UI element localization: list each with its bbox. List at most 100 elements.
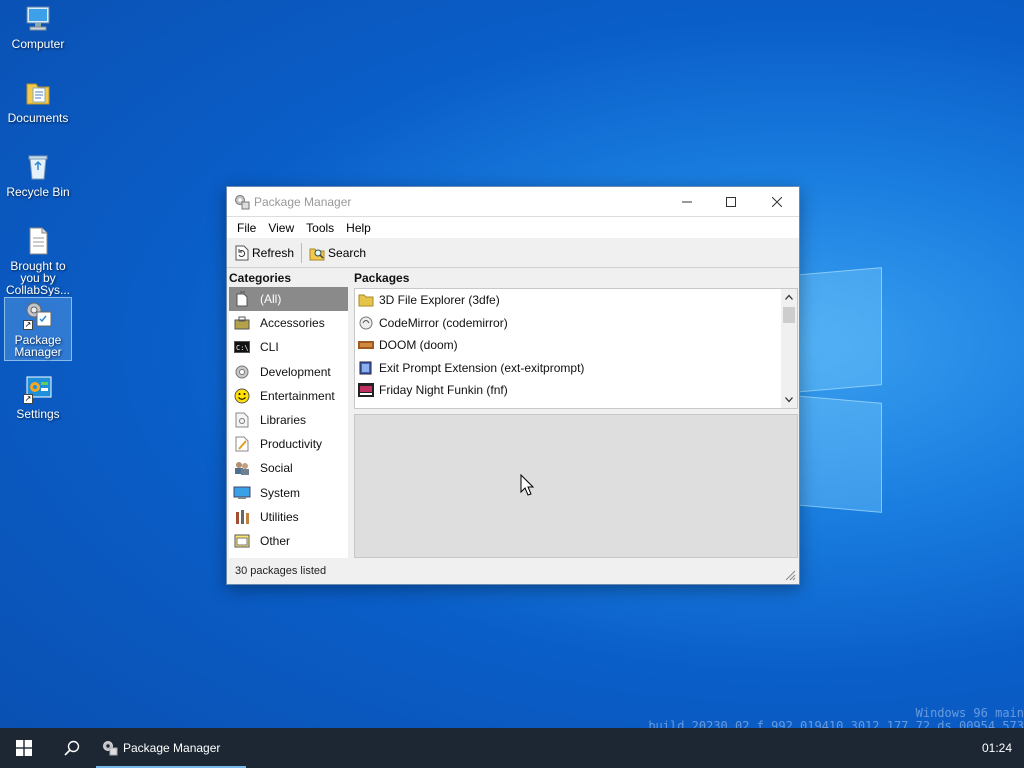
desktop-icon-label: Package Manager — [14, 333, 62, 359]
all-icon — [233, 291, 251, 307]
refresh-icon — [235, 245, 249, 260]
package-label: 3D File Explorer (3dfe) — [379, 293, 500, 308]
scroll-up-button[interactable] — [781, 289, 797, 305]
desktop-icon-package-manager[interactable]: ↗ Package Manager — [4, 297, 72, 361]
maximize-button[interactable] — [709, 187, 753, 216]
category-label: Other — [260, 533, 291, 548]
package-manager-window[interactable]: Package Manager File View Tools Help Ref… — [226, 186, 800, 585]
toolbar: Refresh Search — [227, 238, 799, 268]
category-item-social[interactable]: Social — [229, 456, 348, 480]
close-icon — [772, 196, 782, 207]
package-item-doom[interactable]: DOOM (doom) — [355, 334, 797, 357]
settings-icon: ↗ — [23, 374, 53, 404]
desktop-icon-label: Documents — [7, 111, 69, 125]
other-icon — [233, 533, 251, 549]
search-icon — [309, 248, 325, 260]
category-label: Libraries — [260, 413, 307, 428]
text-document-icon — [23, 226, 53, 256]
svg-text:C:\: C:\ — [236, 344, 249, 352]
desktop-icon-label: Settings — [16, 407, 60, 421]
development-icon — [233, 364, 251, 380]
social-icon — [233, 460, 251, 476]
minimize-icon — [682, 201, 692, 202]
desktop-icon-documents[interactable]: Documents — [4, 78, 72, 124]
desktop-icon-label: Recycle Bin — [6, 185, 70, 199]
desktop-icon-computer[interactable]: Computer — [4, 4, 72, 50]
category-label: (All) — [260, 292, 282, 307]
package-item-codemirror[interactable]: CodeMirror (codemirror) — [355, 312, 797, 335]
package-item-3dfe[interactable]: 3D File Explorer (3dfe) — [355, 289, 797, 312]
category-label: Social — [260, 461, 293, 476]
chevron-down-icon — [785, 397, 793, 403]
package-count-status: 30 packages listed — [235, 565, 327, 577]
computer-icon — [23, 4, 53, 34]
minimize-button[interactable] — [665, 187, 709, 216]
package-item-ext-exitprompt[interactable]: Exit Prompt Extension (ext-exitprompt) — [355, 357, 797, 380]
refresh-button[interactable]: Refresh — [232, 242, 297, 264]
doom-icon — [358, 341, 374, 350]
windows-start-icon — [16, 740, 32, 756]
menu-file[interactable]: File — [231, 221, 262, 235]
desktop-icon-settings[interactable]: ↗ Settings — [4, 374, 72, 420]
category-label: System — [260, 485, 301, 500]
search-icon — [64, 740, 80, 756]
productivity-icon — [233, 436, 251, 452]
package-details-pane — [354, 414, 798, 558]
shortcut-arrow-icon: ↗ — [23, 320, 33, 330]
desktop-icon-label: Computer — [11, 37, 65, 51]
entertainment-icon — [233, 388, 251, 404]
taskbar-item-package-manager[interactable]: Package Manager — [96, 728, 246, 768]
category-item-libraries[interactable]: Libraries — [229, 408, 348, 432]
package-label: Exit Prompt Extension (ext-exitprompt) — [379, 360, 585, 375]
start-button[interactable] — [0, 728, 48, 768]
status-bar: 30 packages listed — [227, 558, 799, 584]
fnf-icon — [358, 383, 374, 398]
cli-icon: C:\ — [233, 339, 251, 355]
package-manager-app-icon — [235, 194, 250, 209]
utilities-icon — [233, 509, 251, 525]
desktop-icon-label: Brought to you by CollabSys... — [5, 260, 71, 296]
scroll-down-button[interactable] — [781, 392, 797, 408]
close-button[interactable] — [755, 187, 799, 216]
maximize-icon — [726, 196, 736, 207]
menu-bar: File View Tools Help — [227, 216, 799, 238]
taskbar-search-button[interactable] — [48, 728, 96, 768]
category-label: Accessories — [260, 316, 325, 331]
category-item-utilities[interactable]: Utilities — [229, 505, 348, 529]
window-titlebar[interactable]: Package Manager — [227, 187, 799, 216]
desktop-icon-credits[interactable]: Brought to you by CollabSys... — [4, 226, 72, 296]
category-item-other[interactable]: Other — [229, 529, 348, 553]
category-item-accessories[interactable]: Accessories — [229, 311, 348, 335]
chevron-up-icon — [785, 294, 793, 300]
search-button[interactable]: Search — [306, 242, 369, 264]
category-item-system[interactable]: System — [229, 481, 348, 505]
category-item-development[interactable]: Development — [229, 360, 348, 384]
package-label: Friday Night Funkin (fnf) — [379, 383, 508, 398]
scroll-thumb[interactable] — [783, 307, 795, 323]
shortcut-arrow-icon: ↗ — [23, 394, 33, 404]
category-label: Utilities — [260, 509, 299, 524]
categories-list: (All) Accessories C:\ CLI Development En… — [229, 287, 348, 558]
menu-tools[interactable]: Tools — [300, 221, 340, 235]
taskbar-clock[interactable]: 01:24 — [982, 728, 1012, 768]
toolbar-separator — [301, 242, 303, 263]
category-item-all[interactable]: (All) — [229, 287, 348, 312]
menu-view[interactable]: View — [262, 221, 300, 235]
menu-help[interactable]: Help — [340, 221, 377, 235]
category-item-entertainment[interactable]: Entertainment — [229, 384, 348, 408]
recycle-bin-icon — [23, 152, 53, 182]
package-manager-icon: ↗ — [23, 300, 53, 330]
package-manager-app-icon — [103, 741, 118, 756]
system-icon — [233, 485, 251, 501]
resize-grip-icon[interactable] — [784, 569, 796, 581]
category-item-productivity[interactable]: Productivity — [229, 432, 348, 456]
desktop-icon-recycle-bin[interactable]: Recycle Bin — [4, 152, 72, 198]
documents-folder-icon — [23, 78, 53, 108]
packages-list[interactable]: 3D File Explorer (3dfe) CodeMirror (code… — [354, 288, 798, 409]
taskbar: Package Manager 01:24 — [0, 728, 1024, 768]
category-label: Productivity — [260, 437, 323, 452]
package-item-fnf[interactable]: Friday Night Funkin (fnf) — [355, 379, 797, 402]
packages-scrollbar[interactable] — [781, 289, 797, 408]
taskbar-item-label: Package Manager — [123, 741, 221, 755]
category-item-cli[interactable]: C:\ CLI — [229, 335, 348, 359]
